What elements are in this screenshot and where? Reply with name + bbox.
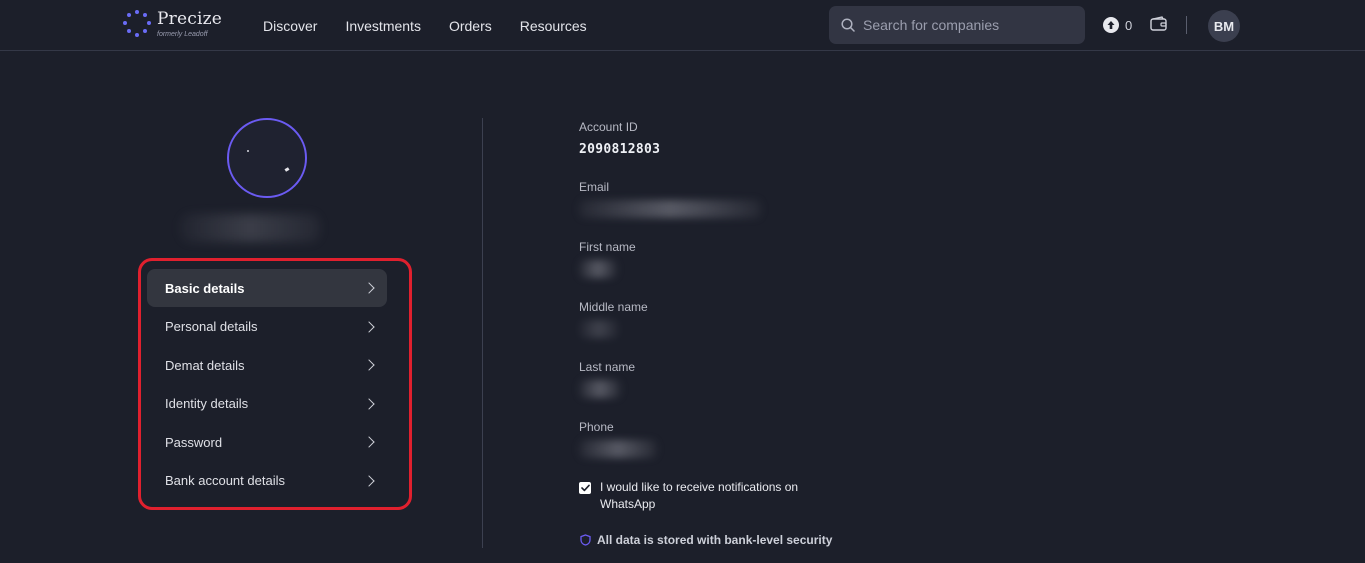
last-name-value-redacted <box>579 380 621 398</box>
sidebar-item-personal-details[interactable]: Personal details <box>147 308 387 346</box>
security-note-text: All data is stored with bank-level secur… <box>597 533 833 547</box>
checkmark-icon <box>580 484 590 492</box>
coin-count: 0 <box>1125 17 1133 33</box>
middle-name-value-redacted <box>579 320 619 338</box>
chevron-right-icon <box>363 475 375 487</box>
brand-name: Precize <box>157 8 223 29</box>
account-id-label: Account ID <box>579 120 638 134</box>
whatsapp-checkbox-label: I would like to receive notifications on… <box>600 480 799 511</box>
shield-icon <box>580 534 591 546</box>
account-id-field: Account ID 2090812803 <box>579 120 660 157</box>
first-name-label: First name <box>579 240 636 254</box>
precize-logo-icon <box>123 10 151 38</box>
last-name-field: Last name <box>579 360 635 398</box>
phone-field: Phone <box>579 420 657 458</box>
sidebar-item-label: Identity details <box>165 396 249 412</box>
nav-orders[interactable]: Orders <box>449 18 492 34</box>
whatsapp-notification-option[interactable]: I would like to receive notifications on… <box>579 479 809 513</box>
chevron-right-icon <box>363 398 375 410</box>
brand-logo[interactable]: Precize formerly Leadoff <box>123 10 222 38</box>
top-navigation-bar: Precize formerly Leadoff Discover Invest… <box>0 0 1365 51</box>
nav-resources[interactable]: Resources <box>520 18 587 34</box>
sidebar-item-label: Basic details <box>165 280 245 296</box>
brand-subtitle: formerly Leadoff <box>157 30 208 38</box>
whatsapp-checkbox[interactable] <box>579 482 591 494</box>
chevron-right-icon <box>363 320 375 333</box>
coins-indicator[interactable]: 0 <box>1103 17 1132 33</box>
account-id-value: 2090812803 <box>579 142 661 157</box>
sidebar-item-basic-details[interactable]: Basic details <box>147 269 387 307</box>
sidebar-item-bank-account-details[interactable]: Bank account details <box>147 462 387 500</box>
first-name-value-redacted <box>579 260 617 278</box>
security-note: All data is stored with bank-level secur… <box>580 533 832 547</box>
main-nav: Discover Investments Orders Resources <box>263 0 587 51</box>
nav-investments[interactable]: Investments <box>345 18 420 34</box>
first-name-field: First name <box>579 240 636 278</box>
middle-name-field: Middle name <box>579 300 648 338</box>
coin-icon <box>1103 17 1119 33</box>
search-input[interactable] <box>863 17 1073 33</box>
wallet-icon[interactable] <box>1150 16 1168 37</box>
sidebar-item-label: Personal details <box>165 319 258 335</box>
email-value-redacted <box>579 200 761 218</box>
chevron-right-icon <box>363 359 375 371</box>
middle-name-label: Middle name <box>579 300 648 314</box>
sidebar-item-demat-details[interactable]: Demat details <box>147 346 387 384</box>
email-field: Email <box>579 180 761 218</box>
profile-picture[interactable] <box>227 118 307 198</box>
sidebar-item-identity-details[interactable]: Identity details <box>147 385 387 423</box>
user-avatar[interactable]: BM <box>1208 10 1240 42</box>
last-name-label: Last name <box>579 360 636 374</box>
header-divider <box>1186 16 1187 34</box>
phone-value-redacted <box>579 440 657 458</box>
sidebar-item-label: Password <box>165 434 223 450</box>
profile-sidebar-menu: Basic details Personal details Demat det… <box>147 269 387 501</box>
sidebar-item-label: Demat details <box>165 357 245 373</box>
phone-label: Phone <box>579 420 614 434</box>
profile-name-redacted <box>180 214 320 242</box>
sidebar-item-label: Bank account details <box>165 473 285 489</box>
content-divider <box>482 118 483 548</box>
email-label: Email <box>579 180 610 194</box>
sidebar-item-password[interactable]: Password <box>147 423 387 461</box>
chevron-right-icon <box>363 282 375 294</box>
nav-discover[interactable]: Discover <box>263 18 317 34</box>
chevron-right-icon <box>363 436 375 449</box>
search-icon <box>841 18 855 32</box>
search-bar[interactable] <box>829 6 1085 44</box>
